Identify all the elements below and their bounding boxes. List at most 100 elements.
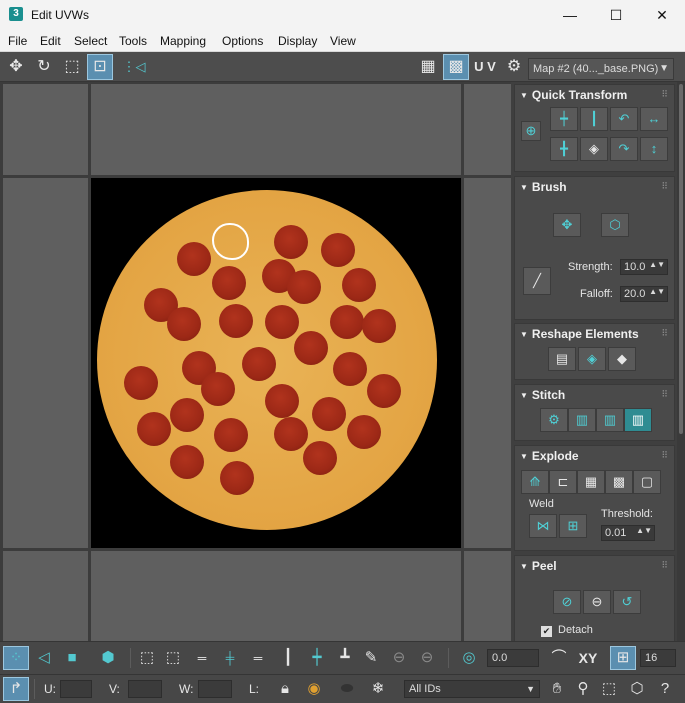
pepperoni-uv-island[interactable] (212, 266, 246, 300)
v-spinner[interactable] (128, 680, 162, 698)
paint-move-icon[interactable]: ✥ (553, 213, 581, 237)
pepperoni-uv-island[interactable] (274, 225, 308, 259)
vertex-select-icon[interactable]: ⁘ (3, 646, 29, 670)
menu-tools[interactable]: Tools (119, 34, 147, 48)
element-select-icon[interactable]: ⬢ (96, 647, 120, 669)
pepperoni-uv-island[interactable] (347, 415, 381, 449)
grow-selection-icon[interactable]: ⬚ (136, 647, 158, 669)
rollout-header[interactable]: ▼ Quick Transform (515, 85, 674, 105)
maximize-button[interactable]: ☐ (593, 0, 639, 31)
menu-file[interactable]: File (8, 34, 27, 48)
pepperoni-uv-island[interactable] (294, 331, 328, 365)
freeform-tool-icon[interactable]: ⊡ (87, 54, 113, 80)
pepperoni-uv-island[interactable] (137, 412, 171, 446)
polygon-select-icon[interactable]: ■ (60, 647, 84, 669)
menu-mapping[interactable]: Mapping (160, 34, 206, 48)
xy-axis-button[interactable]: XY (574, 647, 602, 669)
detach-checkbox[interactable]: ✔ (541, 626, 552, 637)
straighten-icon[interactable]: ◈ (580, 137, 608, 161)
mirror-tool-icon[interactable]: ⋮◁ (116, 55, 152, 79)
explode-flatten-icon[interactable]: ▢ (633, 470, 661, 494)
rollout-header[interactable]: ▼ Peel (515, 556, 674, 576)
explode-by-polygon-icon[interactable]: ⊏ (549, 470, 577, 494)
menu-display[interactable]: Display (278, 34, 317, 48)
pepperoni-uv-island[interactable] (242, 347, 276, 381)
pepperoni-uv-island[interactable] (214, 418, 248, 452)
align-cross-icon[interactable]: ╋ (550, 137, 578, 161)
minimize-button[interactable]: — (547, 0, 593, 31)
explode-by-smoothing-icon[interactable]: ▦ (577, 470, 605, 494)
break-icon[interactable]: ⟰ (521, 470, 549, 494)
pepperoni-uv-island[interactable] (170, 445, 204, 479)
show-hidden-icon[interactable]: ◉ (302, 678, 326, 700)
grid-snap-icon[interactable]: ⊞ (610, 646, 636, 670)
space-vertical-icon[interactable]: ↕ (640, 137, 668, 161)
stitch-to-target-icon[interactable]: ▥ (568, 408, 596, 432)
selected-uv-island-outline[interactable] (212, 223, 249, 260)
falloff-curve-icon[interactable]: ⌒ (546, 647, 572, 669)
ring-selection-icon[interactable]: ┃ (278, 647, 298, 669)
pepperoni-uv-island[interactable] (265, 384, 299, 418)
space-horizontal-icon[interactable]: ↔ (640, 107, 668, 131)
pepperoni-uv-island[interactable] (303, 441, 337, 475)
reset-peel-icon[interactable]: ↺ (613, 590, 641, 614)
uv-viewport[interactable] (0, 82, 511, 641)
weld-selected-icon[interactable]: ⋈ (529, 514, 557, 538)
falloff-curve-icon[interactable]: ╱ (523, 267, 551, 295)
shrink-selection-icon[interactable]: ⬚ (162, 647, 184, 669)
pepperoni-uv-island[interactable] (220, 461, 254, 495)
pivot-icon[interactable]: ⊕ (521, 121, 541, 141)
relax-brush-icon[interactable]: ⬡ (601, 213, 629, 237)
uv-axis-button[interactable]: U V (472, 55, 498, 79)
move-tool-icon[interactable]: ✥ (4, 55, 28, 79)
rollout-header[interactable]: ▼ Reshape Elements (515, 324, 674, 344)
pepperoni-uv-island[interactable] (124, 366, 158, 400)
pan-icon[interactable]: ✋︎ (546, 678, 568, 700)
pepperoni-uv-island[interactable] (342, 268, 376, 302)
pepperoni-uv-island[interactable] (312, 397, 346, 431)
menu-options[interactable]: Options (222, 34, 263, 48)
pepperoni-uv-island[interactable] (321, 233, 355, 267)
grid-spinner[interactable]: 16 (640, 649, 676, 667)
pepperoni-uv-island[interactable] (265, 305, 299, 339)
shrink-brush-icon[interactable]: ⊖ (416, 647, 438, 669)
loop-selection-icon[interactable]: ═ (190, 647, 214, 669)
peel-mode-icon[interactable]: ⊖ (583, 590, 611, 614)
checker-pattern-icon[interactable]: ▦ (416, 55, 440, 79)
pepperoni-uv-island[interactable] (287, 270, 321, 304)
shrink-ring-icon[interactable]: ┻ (334, 647, 356, 669)
ids-dropdown[interactable]: All IDs ▼ (404, 680, 540, 698)
hide-icon[interactable]: ⬬ (334, 678, 360, 700)
pepperoni-uv-island[interactable] (362, 309, 396, 343)
rollout-header[interactable]: ▼ Stitch (515, 385, 674, 405)
checker-texture-icon[interactable]: ▩ (443, 54, 469, 80)
pepperoni-uv-island[interactable] (330, 305, 364, 339)
rollout-header[interactable]: ▼ Brush (515, 177, 674, 197)
edge-select-icon[interactable]: ◁ (32, 647, 56, 669)
grow-loop-icon[interactable]: ╪ (218, 647, 242, 669)
lock-icon[interactable]: 🔒︎ (274, 678, 296, 700)
freeze-icon[interactable]: ❄ (366, 678, 390, 700)
enlarge-brush-icon[interactable]: ⊖ (388, 647, 410, 669)
menu-select[interactable]: Select (74, 34, 107, 48)
zoom-region-icon[interactable]: ⬚ (598, 678, 620, 700)
rotate-ccw-icon[interactable]: ↶ (610, 107, 638, 131)
weld-all-icon[interactable]: ⊞ (559, 514, 587, 538)
sidebar-scroll-thumb[interactable] (679, 84, 683, 434)
strength-spinner[interactable]: 10.0 ▲▼ (620, 259, 668, 275)
close-button[interactable]: ✕ (639, 0, 685, 31)
straighten-cube-icon[interactable]: ◆ (608, 347, 636, 371)
relax-icon[interactable]: ◈ (578, 347, 606, 371)
map-settings-icon[interactable]: ⚙ (502, 55, 526, 79)
pepperoni-uv-island[interactable] (333, 352, 367, 386)
explode-by-material-icon[interactable]: ▩ (605, 470, 633, 494)
soft-selection-icon[interactable]: ◎ (456, 647, 482, 669)
pepperoni-uv-island[interactable] (177, 242, 211, 276)
shrink-loop-icon[interactable]: ═ (246, 647, 270, 669)
align-horizontal-icon[interactable]: ┿ (550, 107, 578, 131)
w-spinner[interactable] (198, 680, 232, 698)
pepperoni-uv-island[interactable] (274, 417, 308, 451)
threshold-spinner[interactable]: 0.01 ▲▼ (601, 525, 655, 541)
rollout-header[interactable]: ▼ Explode (515, 446, 674, 466)
menu-view[interactable]: View (330, 34, 356, 48)
